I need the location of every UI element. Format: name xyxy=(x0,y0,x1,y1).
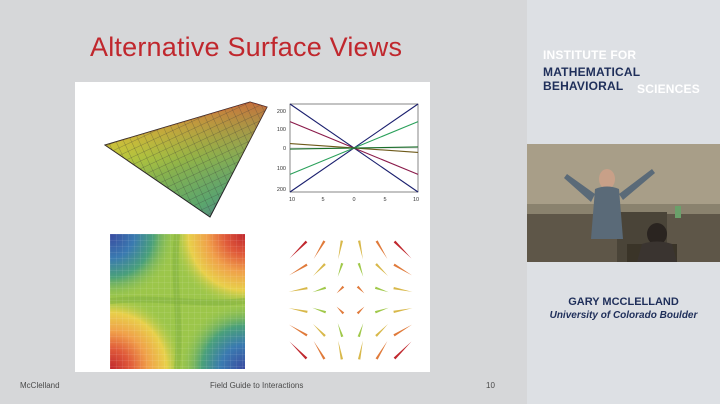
vector-arrow xyxy=(313,340,326,360)
institute-name-line3: SCIENCES xyxy=(637,82,700,96)
speaker-video xyxy=(527,144,720,262)
vector-arrow xyxy=(375,263,388,276)
institute-name-line1: INSTITUTE FOR xyxy=(543,48,637,62)
x-tick-label: 10 xyxy=(289,197,295,203)
vector-arrow xyxy=(337,262,344,277)
line-chart: 200 100 0 100 200 10 5 0 5 10 xyxy=(277,103,419,203)
vector-arrow xyxy=(289,240,308,259)
vector-arrow xyxy=(313,240,326,260)
vector-arrow xyxy=(288,324,308,337)
x-tick-label: 5 xyxy=(321,197,324,203)
vector-arrow xyxy=(393,263,413,276)
x-tick-label: 0 xyxy=(352,197,355,203)
vector-arrow xyxy=(375,240,388,260)
speaker-name: GARY MCCLELLAND xyxy=(568,296,679,308)
slide-title: Alternative Surface Views xyxy=(90,32,403,62)
vector-arrow xyxy=(393,308,413,314)
vector-arrow xyxy=(356,306,365,315)
y-tick-label: 100 xyxy=(277,127,286,133)
speaker-video-frame xyxy=(527,144,720,262)
vector-arrow xyxy=(338,240,344,260)
vector-arrow xyxy=(374,286,389,293)
vector-arrow xyxy=(374,307,389,314)
speaker-affiliation: University of Colorado Boulder xyxy=(549,310,698,321)
y-tick-label: 0 xyxy=(283,146,286,152)
vector-arrow xyxy=(357,262,364,277)
vector-arrow xyxy=(393,324,413,337)
slide: Alternative Surface Views 200 100 0 100 … xyxy=(0,0,527,404)
vector-arrow xyxy=(313,324,326,337)
vector-arrow xyxy=(336,306,345,315)
vector-arrow xyxy=(336,285,345,294)
vector-arrow xyxy=(288,286,308,292)
contour-plot xyxy=(110,234,245,369)
vector-arrow xyxy=(357,323,364,338)
vector-arrow xyxy=(313,263,326,276)
vector-arrow xyxy=(337,323,344,338)
vector-arrow xyxy=(357,240,363,260)
vector-arrow xyxy=(357,340,363,360)
vector-arrow xyxy=(393,286,413,292)
y-tick-label: 200 xyxy=(277,109,286,115)
vector-arrow xyxy=(393,240,412,259)
vector-arrow xyxy=(338,340,344,360)
vector-arrow xyxy=(288,263,308,276)
vector-arrow xyxy=(312,286,327,293)
footer-title: Field Guide to Interactions xyxy=(210,381,304,390)
x-tick-label: 10 xyxy=(413,197,419,203)
footer-author: McClelland xyxy=(20,381,60,390)
vector-arrow xyxy=(288,308,308,314)
vector-arrow xyxy=(375,324,388,337)
vector-field-plot xyxy=(288,240,413,360)
y-tick-label: 200 xyxy=(277,187,286,193)
vector-arrow xyxy=(312,307,327,314)
figure-panel: 200 100 0 100 200 10 5 0 5 10 xyxy=(75,82,430,372)
vector-arrow xyxy=(375,340,388,360)
surface-3d-plot xyxy=(103,101,268,218)
vector-arrow xyxy=(289,341,308,360)
y-tick-label: 100 xyxy=(277,166,286,172)
vector-arrow xyxy=(393,341,412,360)
page-number: 10 xyxy=(486,381,495,390)
x-tick-label: 5 xyxy=(383,197,386,203)
vector-arrow xyxy=(356,285,365,294)
